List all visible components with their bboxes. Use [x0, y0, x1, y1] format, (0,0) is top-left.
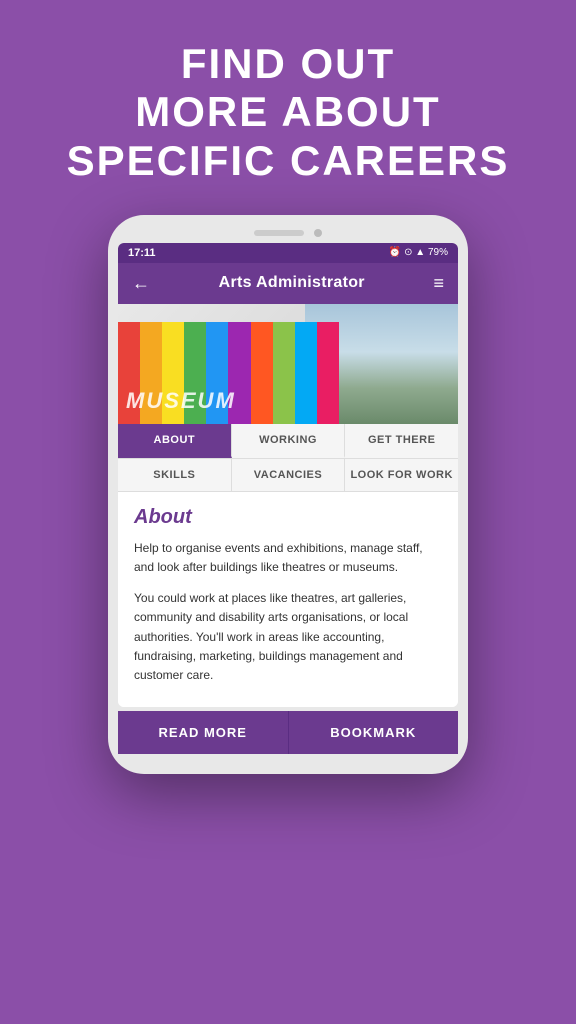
phone-camera	[314, 229, 322, 237]
menu-button[interactable]: ≡	[433, 273, 444, 294]
color-block-10	[317, 322, 339, 424]
phone-top-bar	[118, 229, 458, 237]
status-icons: ⏰ ⊙ ▲ 79%	[389, 247, 448, 258]
tab-about[interactable]: ABOUT	[118, 424, 232, 458]
tabs-row-2: SKILLS VACANCIES LOOK FOR WORK	[118, 459, 458, 492]
tab-working[interactable]: WORKING	[232, 424, 346, 458]
tab-get-there[interactable]: GET THERE	[345, 424, 458, 458]
status-bar: 17:11 ⏰ ⊙ ▲ 79%	[118, 243, 458, 263]
tab-look-for-work[interactable]: LOOK FOR WORK	[345, 459, 458, 491]
color-block-9	[295, 322, 317, 424]
bottom-action-bar: READ MORE BOOKMARK	[118, 711, 458, 754]
color-block-7	[251, 322, 273, 424]
phone-speaker	[254, 230, 304, 236]
tab-skills[interactable]: SKILLS	[118, 459, 232, 491]
status-time: 17:11	[128, 247, 156, 259]
page-background: FIND OUT MORE ABOUT SPECIFIC CAREERS 17:…	[0, 0, 576, 1024]
page-title: FIND OUT MORE ABOUT SPECIFIC CAREERS	[37, 0, 540, 215]
color-block-8	[273, 322, 295, 424]
app-title: Arts Administrator	[219, 274, 365, 292]
app-header: ← Arts Administrator ≡	[118, 263, 458, 304]
museum-text: MUSEUM	[126, 388, 236, 414]
phone-mockup: 17:11 ⏰ ⊙ ▲ 79% ← Arts Administrator ≡	[108, 215, 468, 774]
back-button[interactable]: ←	[132, 273, 150, 294]
tabs-row-1: ABOUT WORKING GET THERE	[118, 424, 458, 459]
content-paragraph-2: You could work at places like theatres, …	[134, 589, 442, 685]
read-more-button[interactable]: READ MORE	[118, 711, 289, 754]
bookmark-button[interactable]: BOOKMARK	[289, 711, 459, 754]
content-area: About Help to organise events and exhibi…	[118, 492, 458, 707]
content-paragraph-1: Help to organise events and exhibitions,…	[134, 539, 442, 577]
hero-image: MUSEUM	[118, 304, 458, 424]
content-heading: About	[134, 506, 442, 529]
tab-vacancies[interactable]: VACANCIES	[232, 459, 346, 491]
phone-screen: 17:11 ⏰ ⊙ ▲ 79% ← Arts Administrator ≡	[118, 243, 458, 707]
